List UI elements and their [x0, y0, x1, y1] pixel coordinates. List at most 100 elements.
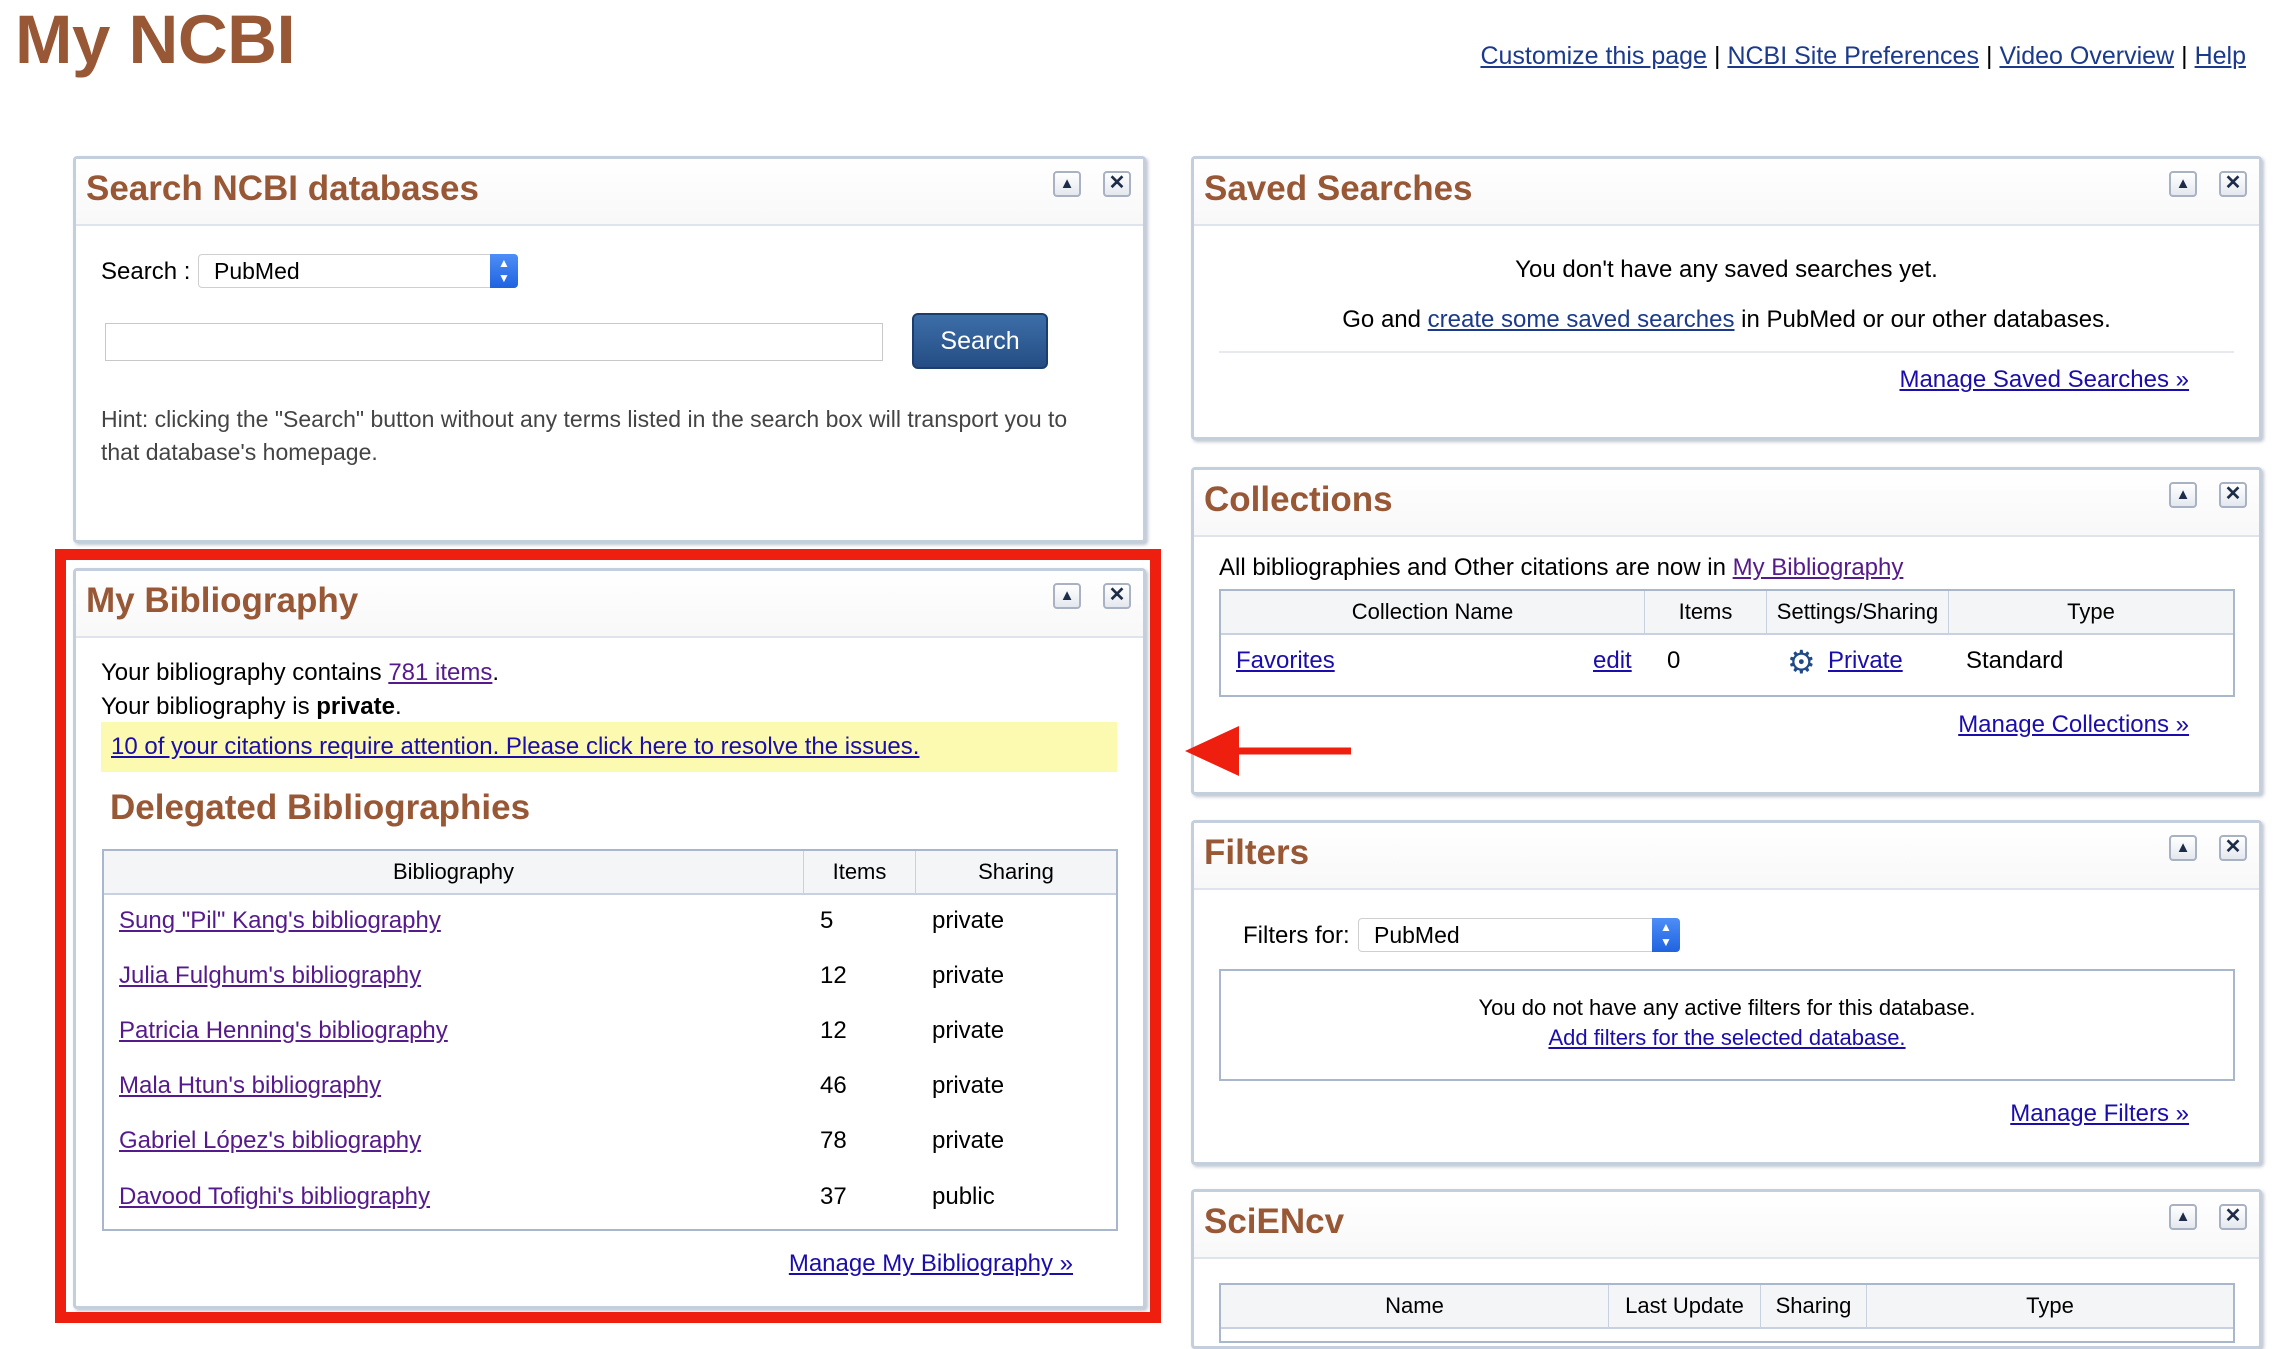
search-label: Search : [101, 258, 191, 285]
close-icon[interactable]: ✕ [2219, 1204, 2247, 1230]
bibliography-items: 12 [820, 1017, 847, 1044]
close-icon[interactable]: ✕ [1103, 583, 1131, 609]
bibliography-link[interactable]: Patricia Henning's bibliography [119, 1011, 448, 1051]
bibliography-link[interactable]: Mala Htun's bibliography [119, 1066, 381, 1106]
collapse-icon[interactable]: ▲ [2169, 835, 2197, 861]
delegated-title: Delegated Bibliographies [110, 788, 531, 827]
table-row: Julia Fulghum's bibliography 12 private [104, 956, 1116, 996]
select-arrow-icon: ▲ ▼ [490, 254, 518, 288]
status-value: private [316, 693, 395, 720]
portlet-title: Filters [1204, 833, 1310, 872]
count-suffix: . [492, 659, 500, 686]
bibliography-items: 5 [820, 907, 834, 934]
sciencv-body: Name Last Update Sharing Type [1194, 1259, 2259, 1343]
select-arrow-icon: ▲ ▼ [1652, 918, 1680, 952]
attention-link[interactable]: 10 of your citations require attention. … [111, 733, 919, 760]
bibliography-sharing: private [932, 907, 1005, 934]
help-link[interactable]: Help [2195, 42, 2246, 70]
portlet-title: Search NCBI databases [86, 169, 479, 208]
close-icon[interactable]: ✕ [1103, 171, 1131, 197]
saved-searches-body: You don't have any saved searches yet. G… [1194, 226, 2259, 438]
collapse-icon[interactable]: ▲ [1053, 583, 1081, 609]
search-portlet-body: Search : PubMed ▲ ▼ Search Hint: clicking… [76, 226, 1143, 541]
bibliography-sharing: private [932, 1072, 1005, 1099]
status-prefix: Your bibliography is [101, 693, 317, 720]
bibliography-sharing: private [932, 962, 1005, 989]
portlet-title: SciENcv [1204, 1202, 1345, 1241]
site-preferences-link[interactable]: NCBI Site Preferences [1727, 42, 1979, 70]
manage-filters-link[interactable]: Manage Filters » [2010, 1100, 2189, 1128]
collection-items: 0 [1667, 647, 1681, 674]
table-row: Mala Htun's bibliography 46 private [104, 1066, 1116, 1106]
filters-empty: You do not have any active filters for t… [1478, 995, 1976, 1020]
column-header-sharing[interactable]: Sharing [1761, 1285, 1867, 1327]
add-filters-link[interactable]: Add filters for the selected database. [1548, 1025, 1905, 1051]
collections-info: All bibliographies and Other citations a… [1219, 554, 1903, 582]
column-header-type[interactable]: Type [1949, 591, 2233, 633]
bibliography-link[interactable]: Sung "Pil" Kang's bibliography [119, 901, 441, 941]
gear-icon[interactable]: ⚙ [1787, 642, 1816, 682]
column-header-items[interactable]: Items [1645, 591, 1767, 633]
filters-body: Filters for: PubMed ▲ ▼ You do not have a… [1194, 890, 2259, 1163]
items-count-link[interactable]: 781 items [388, 659, 492, 686]
filters-for-label: Filters for: [1243, 922, 1350, 949]
close-icon[interactable]: ✕ [2219, 835, 2247, 861]
red-arrow-icon [1185, 726, 1351, 776]
count-prefix: Your bibliography contains [101, 659, 389, 686]
collapse-icon[interactable]: ▲ [1053, 171, 1081, 197]
filters-box: You do not have any active filters for t… [1219, 969, 2235, 1081]
column-header-sharing[interactable]: Sharing [916, 851, 1116, 893]
manage-bibliography-link[interactable]: Manage My Bibliography » [789, 1250, 1073, 1278]
collections-table: Collection Name Items Settings/Sharing T… [1219, 589, 2235, 697]
collapse-icon[interactable]: ▲ [2169, 1204, 2197, 1230]
column-header-name[interactable]: Name [1221, 1285, 1609, 1327]
column-header-bibliography[interactable]: Bibliography [104, 851, 804, 893]
portlet-title: Saved Searches [1204, 169, 1473, 208]
edit-collection-link[interactable]: edit [1593, 641, 1632, 681]
saved-searches-header: Saved Searches ▲ ✕ [1194, 159, 2259, 226]
manage-collections-link[interactable]: Manage Collections » [1958, 711, 2189, 739]
table-row: Gabriel López's bibliography 78 private [104, 1121, 1116, 1161]
table-row: Patricia Henning's bibliography 12 priva… [104, 1011, 1116, 1051]
my-bibliography-link[interactable]: My Bibliography [1733, 554, 1904, 581]
attention-banner: 10 of your citations require attention. … [101, 722, 1117, 772]
bibliography-items: 37 [820, 1183, 847, 1210]
column-header-items[interactable]: Items [804, 851, 916, 893]
sciencv-table: Name Last Update Sharing Type [1219, 1283, 2235, 1343]
video-overview-link[interactable]: Video Overview [1999, 42, 2174, 70]
bibliography-link[interactable]: Gabriel López's bibliography [119, 1121, 421, 1161]
collection-type: Standard [1966, 647, 2064, 674]
close-icon[interactable]: ✕ [2219, 482, 2247, 508]
bibliography-link[interactable]: Davood Tofighi's bibliography [119, 1177, 430, 1217]
database-select-value: PubMed [214, 258, 300, 284]
filter-database-select[interactable]: PubMed ▲ ▼ [1358, 918, 1680, 952]
status-suffix: . [394, 693, 402, 720]
column-header-settings[interactable]: Settings/Sharing [1767, 591, 1949, 633]
divider [1219, 351, 2234, 353]
create-saved-searches-link[interactable]: create some saved searches [1428, 306, 1735, 333]
column-header-type[interactable]: Type [1867, 1285, 2233, 1327]
manage-saved-searches-link[interactable]: Manage Saved Searches » [1899, 366, 2189, 394]
link-separator: | [2181, 42, 2188, 70]
collapse-icon[interactable]: ▲ [2169, 482, 2197, 508]
table-header: Bibliography Items Sharing [104, 851, 1116, 895]
saved-searches-portlet: Saved Searches ▲ ✕ You don't have any sa… [1191, 156, 2262, 440]
search-input[interactable] [105, 323, 883, 361]
close-icon[interactable]: ✕ [2219, 171, 2247, 197]
collections-header: Collections ▲ ✕ [1194, 470, 2259, 537]
column-header-last-update[interactable]: Last Update [1609, 1285, 1761, 1327]
collection-link[interactable]: Favorites [1236, 641, 1335, 681]
collection-sharing-link[interactable]: Private [1828, 641, 1903, 681]
customize-page-link[interactable]: Customize this page [1480, 42, 1707, 70]
database-select[interactable]: PubMed ▲ ▼ [198, 254, 518, 288]
table-row: Sung "Pil" Kang's bibliography 5 private [104, 901, 1116, 941]
bibliography-sharing: private [932, 1017, 1005, 1044]
bibliography-link[interactable]: Julia Fulghum's bibliography [119, 956, 421, 996]
search-button[interactable]: Search [912, 313, 1048, 369]
sciencv-header: SciENcv ▲ ✕ [1194, 1192, 2259, 1259]
bibliography-sharing: private [932, 1127, 1005, 1154]
portlet-title: My Bibliography [86, 581, 359, 620]
filters-portlet: Filters ▲ ✕ Filters for: PubMed ▲ ▼ You d… [1191, 820, 2262, 1165]
collapse-icon[interactable]: ▲ [2169, 171, 2197, 197]
column-header-collection-name[interactable]: Collection Name [1221, 591, 1645, 633]
